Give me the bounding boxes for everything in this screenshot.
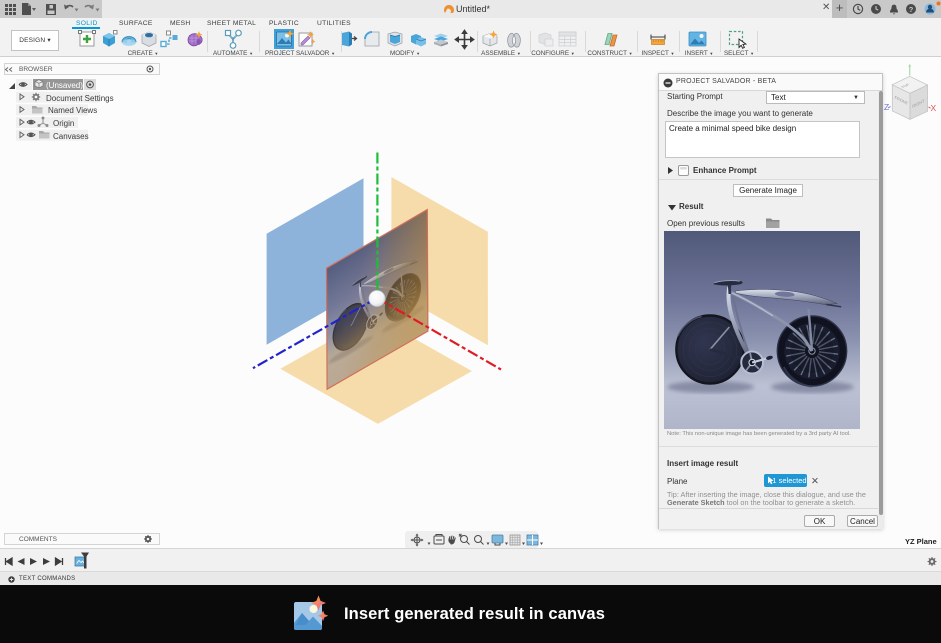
svg-text:Z: Z (884, 102, 889, 112)
svg-text:X: X (931, 103, 937, 113)
svg-text:?: ? (909, 5, 914, 14)
